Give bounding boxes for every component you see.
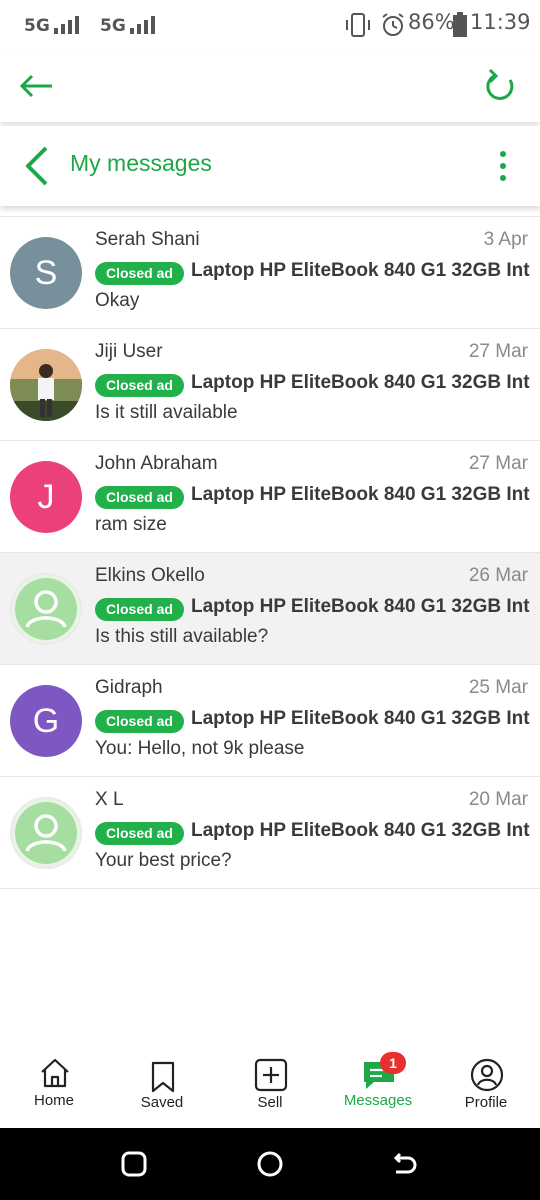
message-preview: Is this still available? [95, 626, 269, 647]
ad-title: Laptop HP EliteBook 840 G1 32GB Intel [191, 708, 530, 729]
avatar: S [10, 237, 82, 309]
nav-messages[interactable]: 1 Messages [324, 1040, 432, 1128]
contact-name: Jiji User [95, 341, 163, 362]
network-type-1: 5G [24, 16, 50, 36]
default-user-icon [15, 578, 77, 640]
conversation-row[interactable]: S Serah Shani 3 Apr Closed ad Laptop HP … [0, 217, 540, 329]
home-icon [41, 1058, 69, 1088]
more-options-icon[interactable] [498, 150, 508, 182]
conversation-row[interactable]: X L 20 Mar Closed ad Laptop HP EliteBook… [0, 777, 540, 889]
signal-icon-1 [54, 16, 79, 34]
page-title: My messages [70, 150, 212, 176]
user-photo-icon [10, 349, 82, 421]
ad-title: Laptop HP EliteBook 840 G1 32GB Intel [191, 372, 530, 393]
back-button-icon[interactable] [390, 1150, 418, 1178]
ad-title: Laptop HP EliteBook 840 G1 32GB Intel [191, 260, 530, 281]
clock: 11:39 [470, 10, 531, 34]
message-preview: Is it still available [95, 402, 238, 423]
battery-icon [453, 12, 467, 37]
message-date: 20 Mar [468, 789, 528, 810]
home-button-icon[interactable] [256, 1150, 284, 1178]
nav-sell[interactable]: Sell [216, 1040, 324, 1128]
status-bar: 5G 5G 86% 11:39 [0, 0, 540, 52]
message-date: 26 Mar [468, 565, 528, 586]
ad-title: Laptop HP EliteBook 840 G1 32GB Intel [191, 596, 530, 617]
unread-count-badge: 1 [380, 1052, 406, 1074]
closed-ad-badge: Closed ad [95, 374, 184, 397]
ad-title: Laptop HP EliteBook 840 G1 32GB Intel [191, 484, 530, 505]
avatar [10, 349, 82, 421]
back-arrow-icon[interactable] [18, 66, 58, 106]
nav-saved-label: Saved [140, 1094, 184, 1111]
message-preview: Okay [95, 290, 140, 311]
closed-ad-badge: Closed ad [95, 822, 184, 845]
avatar-initial: G [32, 701, 60, 740]
avatar-initial: S [34, 253, 58, 292]
chevron-left-icon[interactable] [20, 144, 54, 188]
nav-home-label: Home [33, 1092, 74, 1109]
signal-icon-2 [130, 16, 155, 34]
message-preview: You: Hello, not 9k please [95, 738, 305, 759]
alarm-icon [382, 13, 404, 36]
network-type-2: 5G [100, 16, 126, 36]
conversation-row[interactable]: G Gidraph 25 Mar Closed ad Laptop HP Eli… [0, 665, 540, 777]
conversation-list: S Serah Shani 3 Apr Closed ad Laptop HP … [0, 216, 540, 889]
conversation-row[interactable]: Jiji User 27 Mar Closed ad Laptop HP Eli… [0, 329, 540, 441]
vibrate-icon [346, 13, 370, 37]
nav-messages-label: Messages [343, 1092, 413, 1109]
ad-title: Laptop HP EliteBook 840 G1 32GB Intel [191, 820, 530, 841]
closed-ad-badge: Closed ad [95, 710, 184, 733]
nav-profile[interactable]: Profile [432, 1040, 540, 1128]
nav-profile-label: Profile [464, 1094, 508, 1111]
avatar: J [10, 461, 82, 533]
message-date: 3 Apr [483, 229, 528, 250]
message-date: 27 Mar [468, 341, 528, 362]
nav-saved[interactable]: Saved [108, 1040, 216, 1128]
avatar [10, 797, 82, 869]
nav-sell-label: Sell [257, 1094, 283, 1111]
profile-icon [470, 1058, 504, 1092]
contact-name: X L [95, 789, 124, 810]
messages-header: My messages [0, 126, 540, 206]
contact-name: Serah Shani [95, 229, 200, 250]
avatar: G [10, 685, 82, 757]
closed-ad-badge: Closed ad [95, 262, 184, 285]
closed-ad-badge: Closed ad [95, 486, 184, 509]
bookmark-icon [151, 1061, 175, 1093]
message-date: 27 Mar [468, 453, 528, 474]
app-bar [0, 52, 540, 122]
closed-ad-badge: Closed ad [95, 598, 184, 621]
battery-percent: 86% [408, 10, 455, 34]
message-preview: ram size [95, 514, 167, 535]
refresh-icon[interactable] [480, 66, 520, 106]
bottom-navigation: Home Saved Sell 1 Messages Profile [0, 1040, 540, 1128]
default-user-icon [15, 802, 77, 864]
contact-name: John Abraham [95, 453, 218, 474]
nav-home[interactable]: Home [0, 1040, 108, 1128]
avatar [10, 573, 82, 645]
contact-name: Gidraph [95, 677, 163, 698]
contact-name: Elkins Okello [95, 565, 205, 586]
system-navigation-bar [0, 1128, 540, 1200]
message-preview: Your best price? [95, 850, 232, 871]
conversation-row[interactable]: Elkins Okello 26 Mar Closed ad Laptop HP… [0, 553, 540, 665]
add-square-icon [254, 1058, 288, 1092]
recent-apps-icon[interactable] [120, 1150, 148, 1178]
avatar-initial: J [37, 477, 55, 516]
conversation-row[interactable]: J John Abraham 27 Mar Closed ad Laptop H… [0, 441, 540, 553]
message-date: 25 Mar [468, 677, 528, 698]
